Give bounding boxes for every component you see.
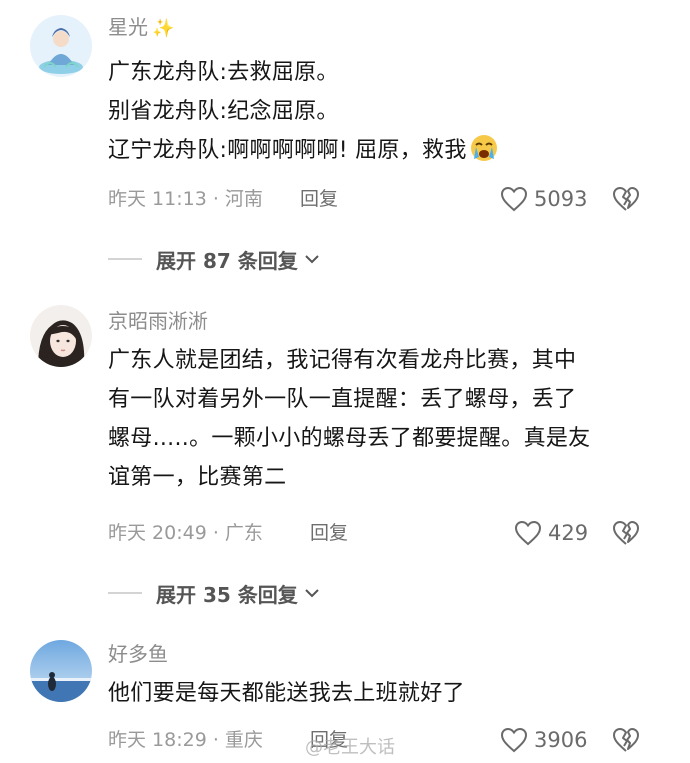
- reply-button[interactable]: 回复: [310, 516, 348, 550]
- comment-line: 谊第一，比赛第二: [108, 465, 287, 490]
- username[interactable]: 好多鱼: [108, 640, 168, 668]
- expand-replies-button[interactable]: 展开 35 条回复: [108, 577, 320, 609]
- like-button[interactable]: 5093: [500, 182, 587, 216]
- crying-face-emoji-icon: [469, 133, 499, 163]
- comment-body: 广东龙舟队:去救屈原。 别省龙舟队:纪念屈原。 辽宁龙舟队:啊啊啊啊啊! 屈原，…: [108, 53, 668, 170]
- expand-replies-label[interactable]: 展开 35 条回复: [156, 579, 298, 608]
- like-button[interactable]: 3906: [500, 723, 587, 757]
- like-count: 429: [548, 521, 589, 545]
- avatar[interactable]: [30, 640, 92, 702]
- comment-line: 广东龙舟队:去救屈原。: [108, 60, 339, 85]
- avatar[interactable]: [30, 305, 92, 367]
- divider-line: [108, 592, 142, 594]
- broken-heart-icon[interactable]: [612, 185, 640, 213]
- sparkle-icon: ✨: [152, 18, 175, 39]
- username-text[interactable]: 星光: [108, 15, 148, 39]
- like-count: 5093: [534, 187, 588, 211]
- comment-line: 别省龙舟队:纪念屈原。: [108, 99, 339, 124]
- heart-outline-icon: [514, 520, 542, 546]
- like-button[interactable]: 429: [514, 516, 588, 550]
- reply-button[interactable]: 回复: [300, 182, 338, 216]
- broken-heart-icon[interactable]: [612, 726, 640, 754]
- expand-replies-button[interactable]: 展开 87 条回复: [108, 243, 320, 275]
- time-location: 昨天 18:29 · 重庆: [108, 729, 263, 751]
- time-location: 昨天 11:13 · 河南: [108, 188, 263, 210]
- comment-line: 有一队对着另外一队一直提醒：丢了螺母，丢了: [108, 387, 577, 412]
- watermark: @老王大话: [305, 737, 395, 758]
- comment-meta: 昨天 11:13 · 河南 回复 5093: [108, 182, 670, 216]
- divider-line: [108, 258, 142, 260]
- like-count: 3906: [534, 728, 588, 752]
- avatar[interactable]: [30, 15, 92, 77]
- comment-line: 广东人就是团结，我记得有次看龙舟比赛，其中: [108, 348, 577, 373]
- heart-outline-icon: [500, 186, 528, 212]
- comment-meta: 昨天 20:49 · 广东 回复 429: [108, 516, 670, 550]
- heart-outline-icon: [500, 727, 528, 753]
- username[interactable]: 星光 ✨: [108, 13, 174, 43]
- time-location: 昨天 20:49 · 广东: [108, 522, 263, 544]
- comment-line: 他们要是每天都能送我去上班就好了: [108, 681, 465, 706]
- expand-replies-label[interactable]: 展开 87 条回复: [156, 245, 298, 274]
- username[interactable]: 京昭雨淅淅: [108, 307, 208, 335]
- chevron-down-icon: [305, 589, 319, 598]
- comment-line: 辽宁龙舟队:啊啊啊啊啊! 屈原，救我: [108, 131, 668, 170]
- broken-heart-icon[interactable]: [612, 519, 640, 547]
- comment-line: 螺母.....。一颗小小的螺母丢了都要提醒。真是友: [108, 426, 591, 451]
- comment-body: 广东人就是团结，我记得有次看龙舟比赛，其中 有一队对着另外一队一直提醒：丢了螺母…: [108, 341, 668, 497]
- comment-body: 他们要是每天都能送我去上班就好了: [108, 674, 668, 713]
- chevron-down-icon: [305, 255, 319, 264]
